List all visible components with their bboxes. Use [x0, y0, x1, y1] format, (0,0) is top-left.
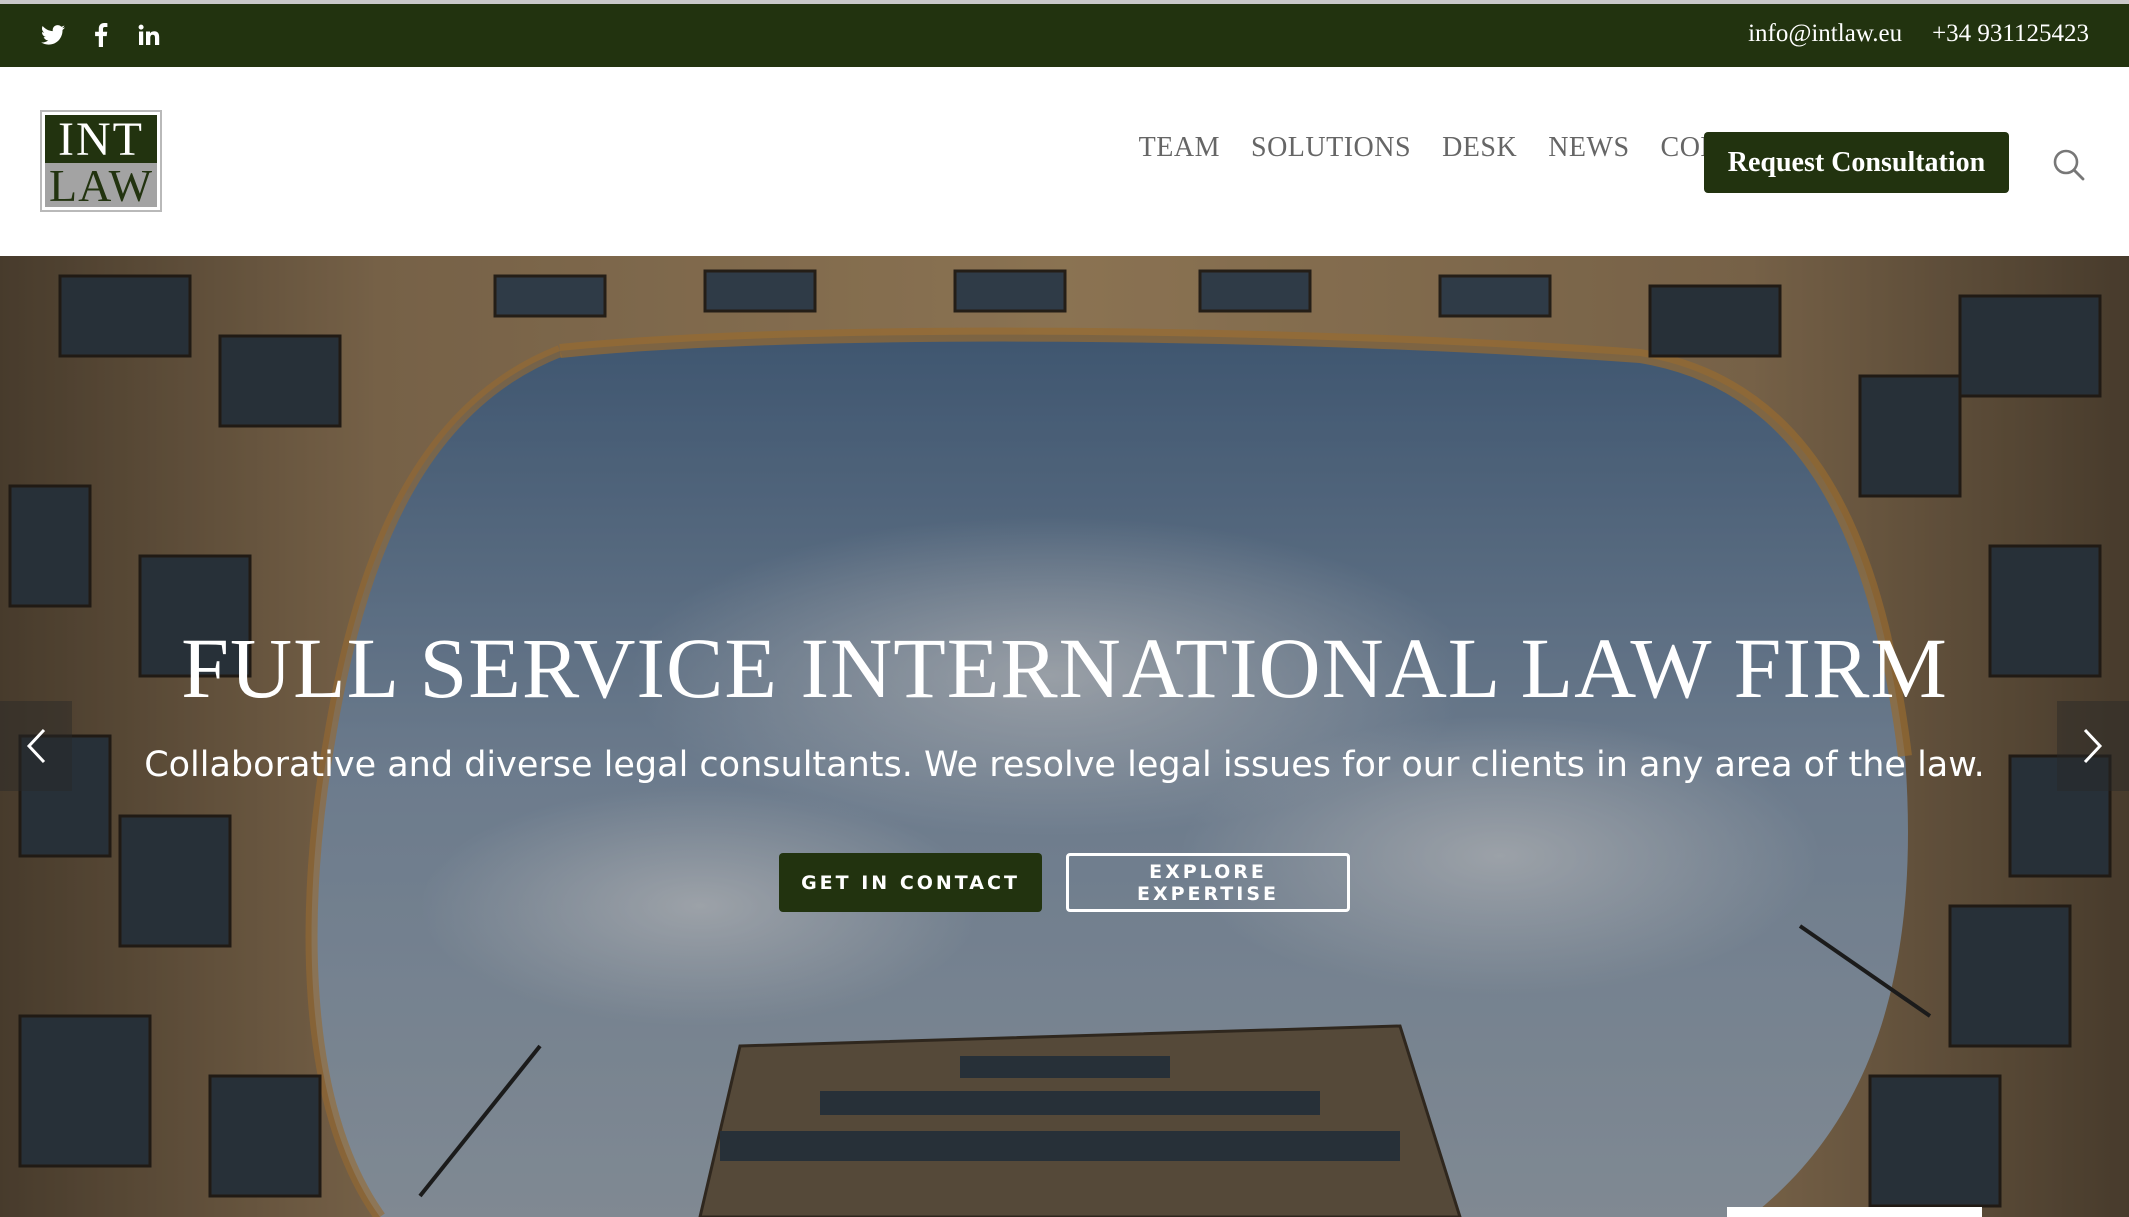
logo[interactable]: INT LAW [40, 110, 162, 212]
main-navigation: TEAM SOLUTIONS DESK NEWS CONTACT [1108, 131, 1794, 165]
nav-item-desk[interactable]: DESK [1442, 131, 1517, 165]
phone-link[interactable]: +34 931125423 [1932, 20, 2089, 48]
nav-item-team[interactable]: TEAM [1139, 131, 1220, 165]
hero-overlay [0, 256, 2129, 1217]
social-links [40, 22, 184, 48]
get-in-contact-button[interactable]: GET IN CONTACT [779, 853, 1042, 912]
email-link[interactable]: info@intlaw.eu [1748, 20, 1902, 48]
site-header: INT LAW TEAM SOLUTIONS DESK NEWS CONTACT… [0, 67, 2129, 256]
hero-slider: FULL SERVICE INTERNATIONAL LAW FIRM Coll… [0, 256, 2129, 1217]
search-icon[interactable] [2052, 148, 2086, 182]
facebook-icon[interactable] [88, 22, 114, 48]
bottom-tab-edge [1727, 1207, 1982, 1217]
chevron-right-icon [2083, 728, 2103, 764]
slider-prev-button[interactable] [0, 701, 72, 791]
contact-info: info@intlaw.eu +34 931125423 [1718, 20, 2089, 48]
nav-item-news[interactable]: NEWS [1548, 131, 1629, 165]
linkedin-icon[interactable] [136, 22, 162, 48]
twitter-icon[interactable] [40, 22, 66, 48]
top-utility-bar: info@intlaw.eu +34 931125423 [0, 0, 2129, 67]
slider-next-button[interactable] [2057, 701, 2129, 791]
hero-subtitle: Collaborative and diverse legal consulta… [144, 745, 1985, 785]
chevron-left-icon [26, 728, 46, 764]
logo-text-bottom: LAW [45, 163, 157, 209]
request-consultation-button[interactable]: Request Consultation [1704, 132, 2009, 193]
logo-text-top: INT [45, 115, 157, 165]
hero-title: FULL SERVICE INTERNATIONAL LAW FIRM [181, 620, 1948, 716]
explore-expertise-button[interactable]: EXPLORE EXPERTISE [1066, 853, 1350, 912]
nav-item-solutions[interactable]: SOLUTIONS [1251, 131, 1411, 165]
